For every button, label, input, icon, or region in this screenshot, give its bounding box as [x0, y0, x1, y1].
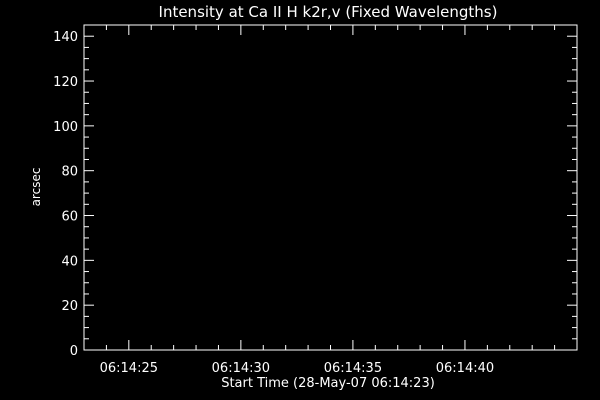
y-tick-label: 40 — [61, 254, 78, 269]
x-axis-label: Start Time (28-May-07 06:14:23) — [221, 376, 435, 391]
chart: Intensity at Ca II H k2r,v (Fixed Wavele… — [29, 3, 578, 391]
y-tick-label: 100 — [53, 120, 78, 135]
x-tick-label: 06:14:25 — [100, 361, 158, 376]
x-axis: 06:14:25 06:14:30 06:14:35 06:14:40 — [83, 25, 578, 376]
y-tick-label: 120 — [53, 75, 78, 90]
chart-title: Intensity at Ca II H k2r,v (Fixed Wavele… — [159, 3, 498, 21]
plot-frame — [83, 24, 578, 351]
y-tick-label: 60 — [61, 210, 78, 225]
y-tick-label: 80 — [61, 165, 78, 180]
y-axis-label: arcsec — [29, 168, 43, 207]
y-tick-label: 20 — [61, 299, 78, 314]
x-tick-label: 06:14:40 — [436, 361, 494, 376]
y-tick-label: 0 — [70, 344, 78, 359]
y-axis: 0 20 40 60 80 100 120 140 — [53, 24, 577, 359]
y-tick-label: 140 — [53, 30, 78, 45]
x-tick-label: 06:14:30 — [212, 361, 270, 376]
x-tick-label: 06:14:35 — [324, 361, 382, 376]
